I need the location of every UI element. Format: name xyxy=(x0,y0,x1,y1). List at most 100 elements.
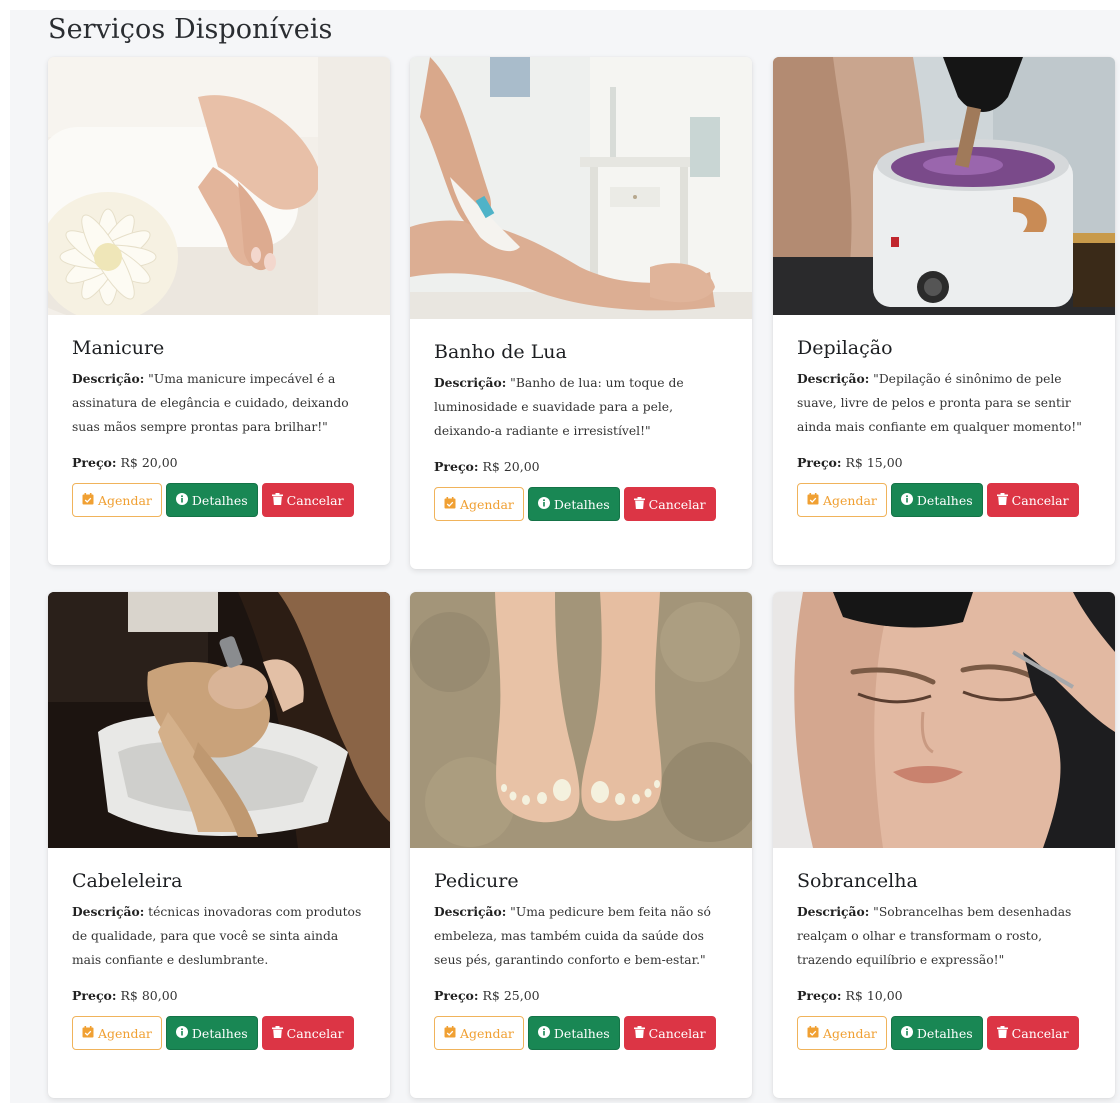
service-image-depilacao xyxy=(773,57,1115,315)
cancel-label: Cancelar xyxy=(286,1025,344,1041)
service-description: Descrição: "Depilação é sinônimo de pele… xyxy=(797,367,1091,439)
service-image-cabeleleira xyxy=(48,592,390,848)
service-price: Preço: R$ 80,00 xyxy=(72,988,366,1003)
schedule-label: Agendar xyxy=(823,1025,877,1041)
service-title: Manicure xyxy=(72,337,165,359)
details-button[interactable]: Detalhes xyxy=(165,1016,258,1050)
price-value: R$ 80,00 xyxy=(120,988,178,1003)
price-value: R$ 25,00 xyxy=(482,988,540,1003)
calendar-check-icon xyxy=(444,1025,456,1041)
price-label: Preço: xyxy=(72,988,117,1003)
service-title: Sobrancelha xyxy=(797,870,918,892)
card-actions: Agendar Detalhes Cancelar xyxy=(434,1016,728,1050)
service-card-depilacao: Depilação Descrição: "Depilação é sinôni… xyxy=(773,57,1115,565)
service-title: Depilação xyxy=(797,337,893,359)
price-label: Preço: xyxy=(797,455,842,470)
service-card-pedicure: Pedicure Descrição: "Uma pedicure bem fe… xyxy=(410,592,752,1098)
trash-icon xyxy=(996,1025,1008,1041)
details-label: Detalhes xyxy=(191,1025,248,1041)
service-card-sobrancelha: Sobrancelha Descrição: "Sobrancelhas bem… xyxy=(773,592,1115,1098)
schedule-label: Agendar xyxy=(98,1025,152,1041)
details-label: Detalhes xyxy=(191,492,248,508)
calendar-check-icon xyxy=(444,496,456,512)
cancel-label: Cancelar xyxy=(648,496,706,512)
card-actions: Agendar Detalhes Cancelar xyxy=(797,483,1091,517)
price-value: R$ 20,00 xyxy=(120,455,178,470)
service-description: Descrição: técnicas inovadoras com produ… xyxy=(72,900,366,972)
price-label: Preço: xyxy=(72,455,117,470)
cancel-button[interactable]: Cancelar xyxy=(261,483,354,517)
services-page: Serviços Disponíveis Manicure Descrição:… xyxy=(10,10,1120,1103)
schedule-button[interactable]: Agendar xyxy=(797,1016,887,1050)
cancel-button[interactable]: Cancelar xyxy=(623,1016,716,1050)
price-label: Preço: xyxy=(434,988,479,1003)
service-card-banho-de-lua: Banho de Lua Descrição: "Banho de lua: u… xyxy=(410,57,752,569)
page-title: Serviços Disponíveis xyxy=(48,14,333,45)
info-circle-icon xyxy=(537,1025,550,1041)
info-circle-icon xyxy=(900,492,913,508)
cancel-button[interactable]: Cancelar xyxy=(986,483,1079,517)
schedule-label: Agendar xyxy=(98,492,152,508)
schedule-button[interactable]: Agendar xyxy=(434,487,524,521)
schedule-label: Agendar xyxy=(460,1025,514,1041)
trash-icon xyxy=(996,492,1008,508)
details-button[interactable]: Detalhes xyxy=(527,487,620,521)
cancel-label: Cancelar xyxy=(1011,1025,1069,1041)
schedule-button[interactable]: Agendar xyxy=(72,1016,162,1050)
details-button[interactable]: Detalhes xyxy=(890,483,983,517)
service-price: Preço: R$ 15,00 xyxy=(797,455,1091,470)
schedule-button[interactable]: Agendar xyxy=(797,483,887,517)
service-price: Preço: R$ 25,00 xyxy=(434,988,728,1003)
cancel-button[interactable]: Cancelar xyxy=(623,487,716,521)
card-actions: Agendar Detalhes Cancelar xyxy=(72,483,366,517)
service-price: Preço: R$ 20,00 xyxy=(72,455,366,470)
calendar-check-icon xyxy=(82,492,94,508)
card-actions: Agendar Detalhes Cancelar xyxy=(72,1016,366,1050)
trash-icon xyxy=(271,492,283,508)
description-label: Descrição: xyxy=(434,375,507,390)
service-image-banho-de-lua xyxy=(410,57,752,319)
description-label: Descrição: xyxy=(72,904,145,919)
price-value: R$ 20,00 xyxy=(482,459,540,474)
schedule-button[interactable]: Agendar xyxy=(72,483,162,517)
price-label: Preço: xyxy=(797,988,842,1003)
trash-icon xyxy=(633,496,645,512)
service-title: Pedicure xyxy=(434,870,519,892)
service-image-sobrancelha xyxy=(773,592,1115,848)
service-card-cabeleleira: Cabeleleira Descrição: técnicas inovador… xyxy=(48,592,390,1098)
description-label: Descrição: xyxy=(434,904,507,919)
service-title: Banho de Lua xyxy=(434,341,567,363)
info-circle-icon xyxy=(537,496,550,512)
cancel-label: Cancelar xyxy=(648,1025,706,1041)
details-button[interactable]: Detalhes xyxy=(890,1016,983,1050)
service-price: Preço: R$ 20,00 xyxy=(434,459,728,474)
price-label: Preço: xyxy=(434,459,479,474)
service-card-manicure: Manicure Descrição: "Uma manicure impecá… xyxy=(48,57,390,565)
description-label: Descrição: xyxy=(797,371,870,386)
service-title: Cabeleleira xyxy=(72,870,183,892)
details-button[interactable]: Detalhes xyxy=(527,1016,620,1050)
calendar-check-icon xyxy=(807,492,819,508)
schedule-button[interactable]: Agendar xyxy=(434,1016,524,1050)
service-price: Preço: R$ 10,00 xyxy=(797,988,1091,1003)
trash-icon xyxy=(271,1025,283,1041)
description-label: Descrição: xyxy=(797,904,870,919)
service-image-pedicure xyxy=(410,592,752,848)
cancel-button[interactable]: Cancelar xyxy=(261,1016,354,1050)
calendar-check-icon xyxy=(82,1025,94,1041)
info-circle-icon xyxy=(900,1025,913,1041)
cancel-label: Cancelar xyxy=(1011,492,1069,508)
calendar-check-icon xyxy=(807,1025,819,1041)
details-button[interactable]: Detalhes xyxy=(165,483,258,517)
cancel-button[interactable]: Cancelar xyxy=(986,1016,1079,1050)
description-label: Descrição: xyxy=(72,371,145,386)
schedule-label: Agendar xyxy=(460,496,514,512)
service-description: Descrição: "Sobrancelhas bem desenhadas … xyxy=(797,900,1091,972)
price-value: R$ 15,00 xyxy=(845,455,903,470)
details-label: Detalhes xyxy=(553,1025,610,1041)
card-actions: Agendar Detalhes Cancelar xyxy=(434,487,728,521)
details-label: Detalhes xyxy=(916,1025,973,1041)
schedule-label: Agendar xyxy=(823,492,877,508)
info-circle-icon xyxy=(175,492,188,508)
price-value: R$ 10,00 xyxy=(845,988,903,1003)
